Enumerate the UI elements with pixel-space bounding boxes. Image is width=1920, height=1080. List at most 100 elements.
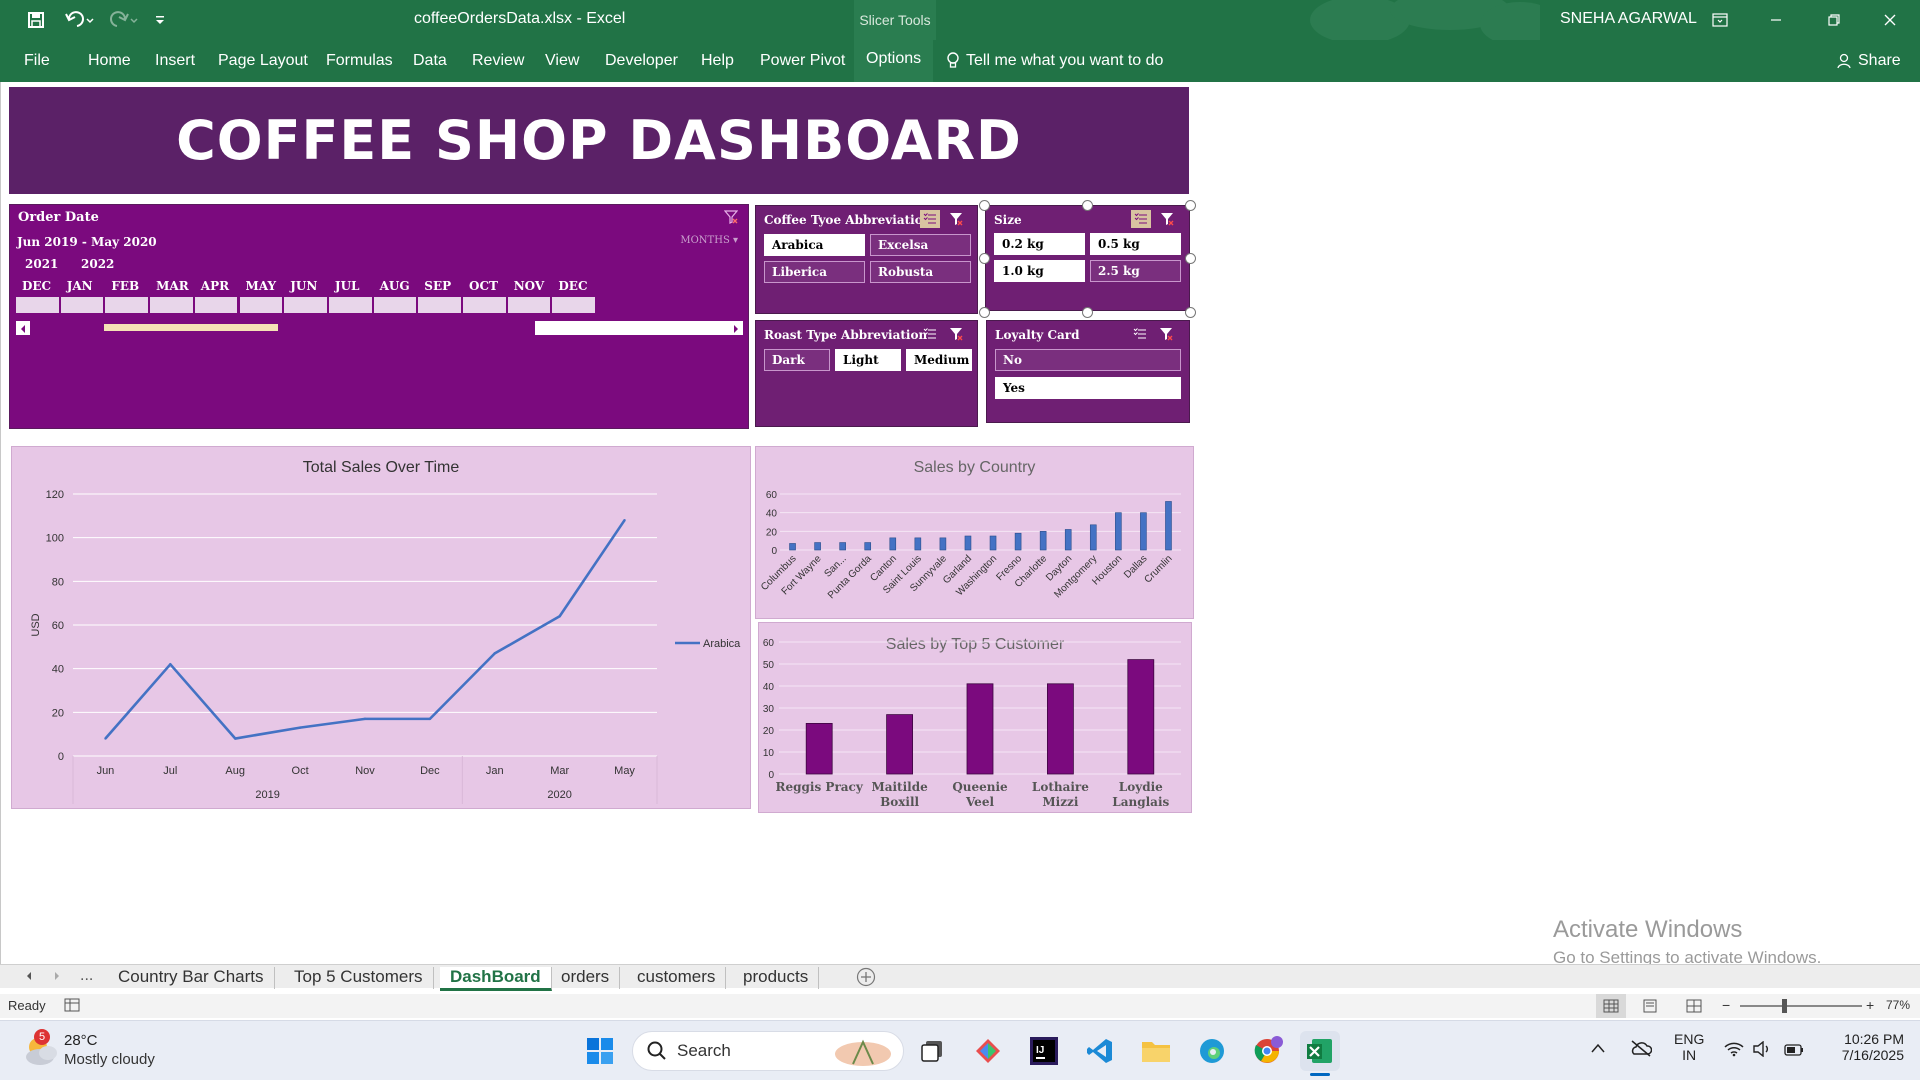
- tab-help[interactable]: Help: [701, 52, 734, 70]
- taskbar-app-intellij[interactable]: IJ: [1024, 1031, 1064, 1071]
- task-view-button[interactable]: [912, 1031, 952, 1071]
- sheet-tab-products[interactable]: products: [733, 967, 820, 989]
- sheet-tab-dashboard[interactable]: DashBoard: [440, 967, 552, 991]
- user-name[interactable]: SNEHA AGARWAL: [1560, 10, 1697, 28]
- multi-select-icon[interactable]: [920, 210, 940, 228]
- page-layout-view-icon[interactable]: [1642, 999, 1658, 1016]
- accessibility-icon[interactable]: [64, 998, 80, 1015]
- wifi-icon[interactable]: [1724, 1041, 1744, 1062]
- volume-icon[interactable]: [1752, 1040, 1772, 1062]
- slicer-item-light[interactable]: Light: [835, 349, 901, 371]
- multi-select-icon[interactable]: [1131, 210, 1151, 228]
- timeline-month-label[interactable]: JUL: [335, 279, 360, 293]
- tab-insert[interactable]: Insert: [155, 52, 195, 70]
- resize-handle[interactable]: [1082, 200, 1093, 211]
- timeline-month-cell[interactable]: [105, 297, 150, 313]
- sheet-tab-top-5-customers[interactable]: Top 5 Customers: [284, 967, 434, 989]
- scroll-right-arrow[interactable]: [729, 321, 743, 335]
- timeline-month-label[interactable]: MAY: [246, 279, 277, 293]
- order-date-timeline[interactable]: Order Date Jun 2019 - May 2020 MONTHS ▾ …: [9, 204, 749, 429]
- sheet-tab-orders[interactable]: orders: [551, 967, 621, 989]
- timeline-month-cell[interactable]: [60, 297, 105, 313]
- sales-by-country-chart[interactable]: Sales by Country 0 20 40 60 Columbus Fort Way…: [755, 446, 1194, 619]
- tab-file[interactable]: File: [24, 52, 50, 70]
- size-slicer[interactable]: Size 0.2 kg 0.5 kg 1.0 kg 2.5 kg: [985, 205, 1190, 311]
- slicer-item-arabica[interactable]: Arabica: [764, 234, 865, 256]
- minimize-icon[interactable]: [1762, 6, 1790, 34]
- slicer-item-0-5kg[interactable]: 0.5 kg: [1090, 233, 1181, 255]
- save-icon[interactable]: [24, 8, 48, 32]
- slicer-item-yes[interactable]: Yes: [995, 377, 1181, 399]
- tab-data[interactable]: Data: [413, 52, 447, 70]
- page-break-view-icon[interactable]: [1686, 999, 1702, 1016]
- tab-home[interactable]: Home: [88, 52, 131, 70]
- clear-filter-icon[interactable]: [1156, 325, 1176, 343]
- timeline-month-cell[interactable]: [418, 297, 462, 313]
- ribbon-display-options-icon[interactable]: [1706, 6, 1734, 34]
- new-sheet-icon[interactable]: [856, 967, 876, 992]
- tab-developer[interactable]: Developer: [605, 52, 678, 70]
- zoom-level[interactable]: 77%: [1886, 998, 1910, 1012]
- slicer-item-liberica[interactable]: Liberica: [764, 261, 865, 283]
- timeline-selection-bar[interactable]: [104, 324, 278, 331]
- slicer-item-0-2kg[interactable]: 0.2 kg: [994, 233, 1085, 255]
- tab-page-layout[interactable]: Page Layout: [218, 52, 308, 70]
- zoom-slider-thumb[interactable]: [1782, 999, 1787, 1013]
- timeline-month-cell[interactable]: [16, 297, 60, 313]
- resize-handle[interactable]: [979, 200, 990, 211]
- close-icon[interactable]: [1876, 6, 1904, 34]
- weather-widget[interactable]: 5 28°C Mostly cloudy: [20, 1029, 155, 1076]
- timeline-month-cell[interactable]: [239, 297, 284, 313]
- language-indicator[interactable]: ENG IN: [1674, 1031, 1704, 1063]
- zoom-out-button[interactable]: −: [1722, 997, 1730, 1013]
- taskbar-app-chrome[interactable]: [1248, 1031, 1288, 1071]
- restore-icon[interactable]: [1820, 6, 1848, 34]
- share-button[interactable]: Share: [1836, 52, 1901, 70]
- loyalty-card-slicer[interactable]: Loyalty Card No Yes: [986, 320, 1190, 423]
- undo-icon[interactable]: [62, 8, 98, 32]
- tell-me-search[interactable]: Tell me what you want to do: [946, 52, 1163, 70]
- timeline-month-label[interactable]: DEC: [22, 279, 51, 293]
- timeline-month-cell[interactable]: [373, 297, 418, 313]
- start-button[interactable]: [580, 1031, 620, 1071]
- tab-power-pivot[interactable]: Power Pivot: [760, 52, 845, 70]
- timeline-month-cell[interactable]: [507, 297, 552, 313]
- total-sales-chart[interactable]: Total Sales Over Time 0 20 40 60 80 100 120 USD…: [11, 446, 751, 809]
- show-hidden-icons-chevron-icon[interactable]: [1590, 1041, 1606, 1059]
- timeline-month-label[interactable]: JAN: [67, 279, 93, 293]
- zoom-slider[interactable]: [1740, 999, 1862, 1013]
- tab-formulas[interactable]: Formulas: [326, 52, 393, 70]
- taskbar-app-file-explorer[interactable]: [1136, 1031, 1176, 1071]
- multi-select-icon[interactable]: [920, 325, 940, 343]
- more-tabs-ellipsis[interactable]: ...: [80, 967, 93, 985]
- taskbar-app-excel[interactable]: [1300, 1031, 1340, 1076]
- timeline-month-label[interactable]: JUN: [290, 279, 317, 293]
- slicer-item-excelsa[interactable]: Excelsa: [870, 234, 971, 256]
- coffee-type-slicer[interactable]: Coffee Tyoe Abbreviation Arabica Excelsa…: [755, 205, 978, 314]
- tab-scroll-left-icon[interactable]: [24, 969, 34, 987]
- sheet-tab-customers[interactable]: customers: [627, 967, 727, 989]
- slicer-item-robusta[interactable]: Robusta: [870, 261, 971, 283]
- timeline-month-cell[interactable]: [284, 297, 328, 313]
- onedrive-offline-icon[interactable]: [1630, 1039, 1653, 1062]
- timeline-month-label[interactable]: AUG: [380, 279, 410, 293]
- resize-handle[interactable]: [1082, 307, 1093, 318]
- taskbar-search[interactable]: Search: [632, 1031, 904, 1071]
- timeline-month-label[interactable]: DEC: [558, 279, 587, 293]
- resize-handle[interactable]: [1185, 200, 1196, 211]
- timeline-month-label[interactable]: NOV: [514, 279, 545, 293]
- roast-type-slicer[interactable]: Roast Type Abbreviation Dark Light Mediu…: [755, 320, 978, 427]
- multi-select-icon[interactable]: [1130, 325, 1150, 343]
- taskbar-app-git[interactable]: [968, 1031, 1008, 1071]
- timeline-month-cell[interactable]: [150, 297, 194, 313]
- tab-view[interactable]: View: [545, 52, 579, 70]
- redo-icon[interactable]: [106, 8, 142, 32]
- zoom-in-button[interactable]: +: [1866, 997, 1874, 1013]
- sheet-tab-country-bar-charts[interactable]: Country Bar Charts: [108, 967, 275, 989]
- slicer-item-medium[interactable]: Medium: [906, 349, 972, 371]
- resize-handle[interactable]: [979, 253, 990, 264]
- clear-filter-icon[interactable]: [946, 325, 966, 343]
- scroll-left-arrow[interactable]: [16, 321, 30, 335]
- clear-filter-icon[interactable]: [1157, 210, 1177, 228]
- normal-view-icon[interactable]: [1596, 994, 1626, 1018]
